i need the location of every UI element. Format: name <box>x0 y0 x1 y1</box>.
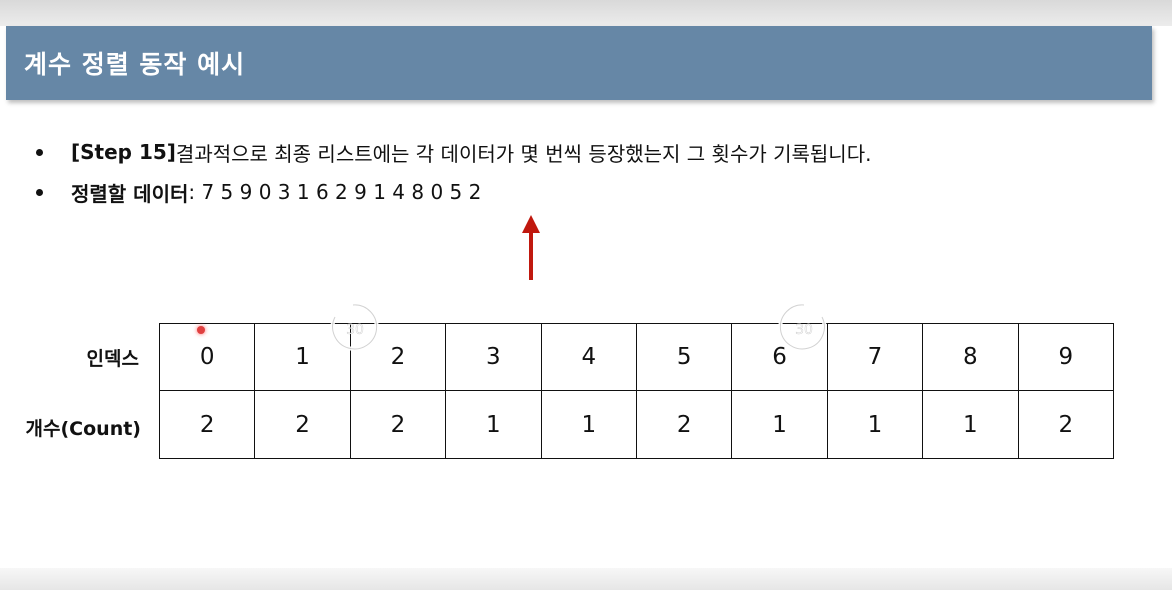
index-cell: 0 <box>158 323 256 391</box>
count-cell: 2 <box>254 390 351 459</box>
data-label: 정렬할 데이터 <box>71 181 189 206</box>
step-label: [Step 15] <box>71 140 176 164</box>
count-row-label: 개수(Count) <box>25 418 141 440</box>
index-row-label: 인덱스 <box>86 348 139 370</box>
count-cell: 2 <box>349 390 447 459</box>
count-cell: 1 <box>731 390 828 459</box>
data-sequence: : 7 5 9 0 3 1 6 2 9 1 4 8 0 5 2 <box>188 180 482 204</box>
count-cell: 2 <box>158 390 256 459</box>
bullet-step: [Step 15] 결과적으로 최종 리스트에는 각 데이터가 몇 번씩 등장했… <box>30 132 1130 172</box>
index-cell: 4 <box>540 323 637 391</box>
step-text: 결과적으로 최종 리스트에는 각 데이터가 몇 번씩 등장했는지 그 횟수가 기… <box>175 141 872 166</box>
rewind-30-icon[interactable]: 30 <box>325 299 381 355</box>
rewind-30-label: 30 <box>346 322 364 338</box>
slide-title: 계수 정렬 동작 예시 <box>24 50 246 79</box>
index-cell: 9 <box>1017 323 1115 391</box>
index-cell: 8 <box>922 323 1019 391</box>
cursor-dot <box>197 326 205 334</box>
forward-30-label: 30 <box>795 322 813 338</box>
count-cell: 2 <box>1017 390 1115 459</box>
bottom-shade <box>0 568 1172 590</box>
count-cell: 1 <box>540 390 637 459</box>
pointer-arrow <box>522 215 540 280</box>
index-cell: 3 <box>445 323 542 391</box>
index-cell: 5 <box>635 323 733 391</box>
bullet-dot <box>36 148 43 156</box>
index-row: 0 1 2 3 4 5 6 7 8 9 <box>158 323 1115 391</box>
slide-title-bar: 계수 정렬 동작 예시 <box>6 26 1152 100</box>
count-cell: 1 <box>922 390 1019 459</box>
forward-30-icon[interactable]: 30 <box>776 299 832 355</box>
count-cell: 1 <box>826 390 924 459</box>
bullet-data: 정렬할 데이터 : 7 5 9 0 3 1 6 2 9 1 4 8 0 5 2 <box>30 172 1130 212</box>
count-cell: 2 <box>635 390 733 459</box>
index-cell: 7 <box>826 323 924 391</box>
bullet-list: [Step 15] 결과적으로 최종 리스트에는 각 데이터가 몇 번씩 등장했… <box>30 132 1130 212</box>
bullet-dot <box>36 188 43 196</box>
count-cell: 1 <box>445 390 542 459</box>
top-shade <box>0 0 1172 26</box>
count-row: 2 2 2 1 1 2 1 1 1 2 <box>158 390 1115 459</box>
count-table: 0 1 2 3 4 5 6 7 8 9 2 2 2 1 1 2 1 1 1 2 <box>158 323 1115 459</box>
